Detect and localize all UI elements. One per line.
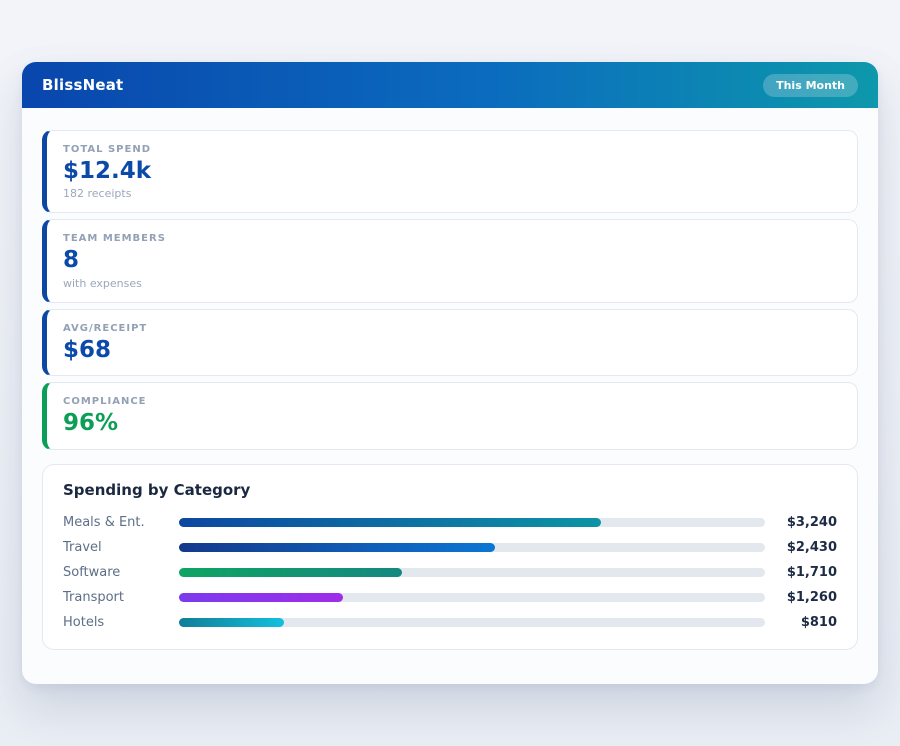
category-row: Hotels $810 [63,610,837,635]
category-label: Transport [63,590,179,605]
category-value: $810 [765,615,837,630]
category-bar-track [179,543,765,552]
category-bar-fill [179,618,284,627]
stat-card: COMPLIANCE 96% [42,382,858,449]
stat-label: TOTAL SPEND [63,144,841,155]
dashboard-header: BlissNeat This Month [22,62,878,108]
category-value: $1,710 [765,565,837,580]
stat-value: 8 [63,247,841,273]
category-row: Travel $2,430 [63,535,837,560]
category-bar-fill [179,568,402,577]
stat-card: AVG/RECEIPT $68 [42,309,858,376]
category-label: Software [63,565,179,580]
dashboard-card: BlissNeat This Month TOTAL SPEND $12.4k 18… [22,62,878,684]
stat-card: TEAM MEMBERS 8 with expenses [42,219,858,302]
app-title: BlissNeat [42,76,123,94]
spending-panel: Spending by Category Meals & Ent. $3,240 T… [42,464,858,650]
stat-value: 96% [63,410,841,436]
category-bar-track [179,618,765,627]
category-label: Meals & Ent. [63,515,179,530]
stat-label: TEAM MEMBERS [63,233,841,244]
dashboard-body: TOTAL SPEND $12.4k 182 receipts TEAM MEMBER… [22,108,878,650]
stat-subtext: 182 receipts [63,187,841,200]
category-label: Hotels [63,615,179,630]
stat-card: TOTAL SPEND $12.4k 182 receipts [42,130,858,213]
stat-value: $12.4k [63,158,841,184]
category-value: $3,240 [765,515,837,530]
category-label: Travel [63,540,179,555]
stat-label: COMPLIANCE [63,396,841,407]
stats-list: TOTAL SPEND $12.4k 182 receipts TEAM MEMBER… [42,130,858,450]
category-bar-track [179,518,765,527]
category-list: Meals & Ent. $3,240 Travel $2,430 Software $1… [63,510,837,635]
stat-label: AVG/RECEIPT [63,323,841,334]
category-row: Software $1,710 [63,560,837,585]
category-bar-fill [179,593,343,602]
spending-title: Spending by Category [63,481,837,499]
stat-subtext: with expenses [63,277,841,290]
category-bar-fill [179,543,495,552]
category-row: Meals & Ent. $3,240 [63,510,837,535]
category-row: Transport $1,260 [63,585,837,610]
category-value: $2,430 [765,540,837,555]
period-badge[interactable]: This Month [763,74,858,97]
category-bar-track [179,568,765,577]
stat-value: $68 [63,337,841,363]
category-value: $1,260 [765,590,837,605]
category-bar-fill [179,518,601,527]
category-bar-track [179,593,765,602]
